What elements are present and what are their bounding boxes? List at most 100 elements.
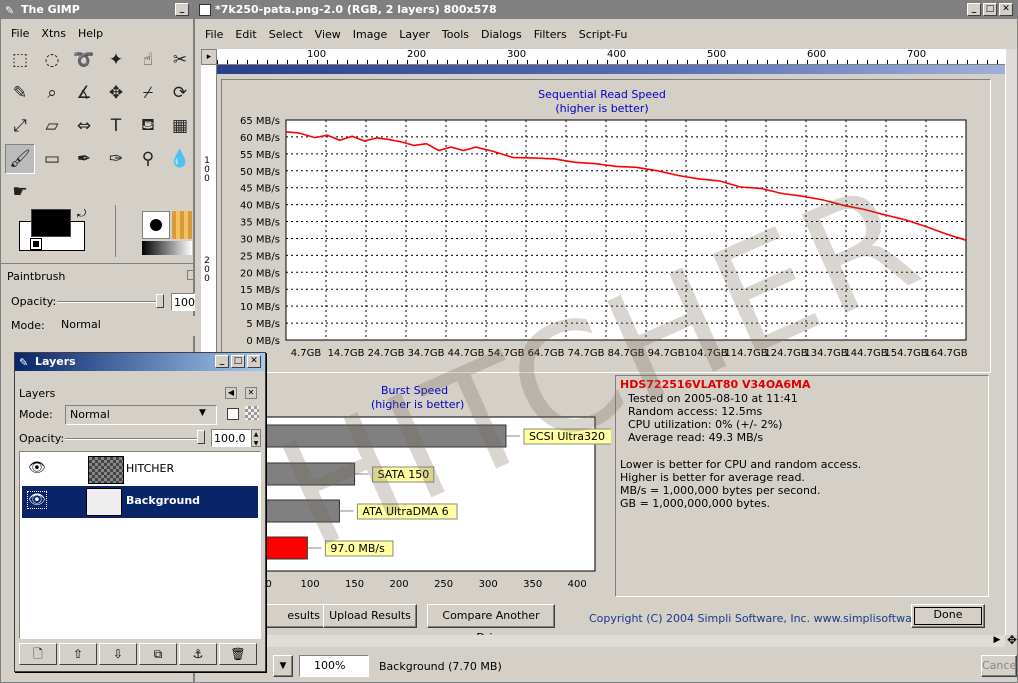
color-select-icon[interactable]: ☝ (133, 45, 163, 75)
opacity-spin-icon[interactable]: ▲ ▼ (251, 429, 261, 447)
rect-select-icon[interactable]: ⬚ (5, 45, 35, 75)
navigate-icon[interactable]: ✥ (1005, 633, 1018, 647)
new-layer-icon[interactable]: 🗋 (19, 643, 57, 665)
rotate-icon[interactable]: ⟳ (165, 78, 195, 108)
image-menu-script-fu[interactable]: Script-Fu (573, 28, 634, 41)
seq-x-label: 24.7GB (368, 348, 405, 359)
maximize-button[interactable]: □ (983, 3, 997, 16)
layers-minimize-button[interactable]: _ (215, 355, 229, 368)
image-menu-edit[interactable]: Edit (229, 28, 262, 41)
layers-tab-close-icon[interactable]: ✕ (245, 387, 257, 399)
ellipse-select-icon[interactable]: ◌ (37, 45, 67, 75)
close-button[interactable]: ✕ (999, 3, 1013, 16)
bucket-fill-icon[interactable]: ⛾ (133, 111, 163, 141)
image-window-title: *7k250-pata.png-2.0 (RGB, 2 layers) 800x… (215, 3, 497, 16)
lower-layer-icon[interactable]: ⇩ (99, 643, 137, 665)
paintbrush-icon[interactable]: 🖌 (5, 144, 35, 174)
default-colors-icon[interactable] (30, 238, 42, 250)
zoom-field[interactable]: 100% (299, 655, 369, 677)
toolbox-menu-file[interactable]: File (5, 27, 35, 40)
layers-close-button[interactable]: ✕ (247, 355, 261, 368)
raise-layer-icon[interactable]: ⇧ (59, 643, 97, 665)
image-canvas[interactable]: Sequential Read Speed (higher is better)… (217, 65, 1005, 635)
zoom-dropdown-arrow-icon[interactable]: ▼ (273, 655, 293, 677)
ruler-corner[interactable]: ▸ (201, 49, 217, 65)
ruler-tick (337, 60, 338, 64)
clone-icon[interactable]: ⚲ (133, 144, 163, 174)
image-menu-tools[interactable]: Tools (436, 28, 475, 41)
ruler-tick (777, 60, 778, 64)
fuzzy-select-icon[interactable]: ✦ (101, 45, 131, 75)
scale-icon[interactable]: ⤢ (5, 111, 35, 141)
layer-visibility-eye-icon[interactable]: 👁 (27, 491, 47, 509)
layers-menu-arrow-icon[interactable]: ◀ (225, 387, 237, 399)
tool-options-close-icon[interactable] (187, 270, 195, 280)
ruler-tick (227, 60, 228, 64)
upload-results-label: Upload Results (329, 609, 411, 622)
ink-icon[interactable]: ✑ (101, 144, 131, 174)
horizontal-ruler[interactable]: 100 200 300 400 500 600 700 (217, 49, 1005, 65)
tb-opacity-slider[interactable] (57, 301, 163, 303)
layer-visibility-eye-icon[interactable]: 👁 (28, 460, 46, 476)
layer-row[interactable]: 👁 Background (22, 486, 258, 518)
layer-row[interactable]: 👁 HITCHER (22, 454, 258, 486)
shear-icon[interactable]: ▱ (37, 111, 67, 141)
horizontal-scrollbar[interactable] (217, 635, 1005, 647)
measure-icon[interactable]: ∡ (69, 78, 99, 108)
layers-opacity-field[interactable]: 100.0 (211, 429, 251, 447)
anchor-layer-icon[interactable]: ⚓ (179, 643, 217, 665)
mode-dropdown-arrow-icon[interactable]: ▼ (199, 408, 206, 418)
layers-maximize-button[interactable]: □ (231, 355, 245, 368)
image-menu-view[interactable]: View (309, 28, 347, 41)
keep-transparency-checkbox[interactable] (227, 408, 239, 420)
swap-colors-icon[interactable]: ⤾ (77, 207, 86, 221)
ruler-tick (327, 60, 328, 64)
blur-icon[interactable]: 💧 (165, 144, 195, 174)
pattern-preview[interactable] (172, 211, 192, 239)
blend-icon[interactable]: ▦ (165, 111, 195, 141)
layers-opacity-slider[interactable] (65, 438, 201, 440)
seq-y-label: 35 MB/s (240, 218, 280, 229)
eraser-icon[interactable]: ▭ (37, 144, 67, 174)
scissors-icon[interactable]: ✂ (165, 45, 195, 75)
flip-icon[interactable]: ⇔ (69, 111, 99, 141)
brush-preview[interactable] (142, 211, 170, 239)
image-window-titlebar[interactable]: *7k250-pata.png-2.0 (RGB, 2 layers) 800x… (195, 1, 1017, 19)
tb-opacity-label: Opacity: (11, 295, 57, 308)
zoom-icon[interactable]: ⌕ (37, 78, 67, 108)
delete-layer-icon[interactable]: 🗑 (219, 643, 257, 665)
text-icon[interactable]: T (101, 111, 131, 141)
toolbox-minimize-button[interactable]: _ (175, 3, 189, 16)
toolbox-menu-help[interactable]: Help (72, 27, 109, 40)
duplicate-layer-icon[interactable]: ⧉ (139, 643, 177, 665)
cancel-button[interactable]: Cancel (981, 655, 1018, 677)
image-menu-file[interactable]: File (199, 28, 229, 41)
tb-mode-select[interactable]: Normal (57, 316, 195, 336)
move-icon[interactable]: ✥ (101, 78, 131, 108)
foreground-color-swatch[interactable] (31, 209, 71, 237)
done-button[interactable]: Done (911, 604, 985, 628)
airbrush-icon[interactable]: ✒ (69, 144, 99, 174)
gradient-preview[interactable] (142, 241, 192, 255)
image-menu-filters[interactable]: Filters (528, 28, 573, 41)
toolbox-titlebar[interactable]: The GIMP (1, 1, 193, 19)
compare-drive-button[interactable]: Compare Another Drive (427, 604, 555, 635)
smudge-icon[interactable]: ☛ (5, 177, 35, 207)
tb-opacity-knob[interactable] (156, 294, 164, 308)
layers-opacity-knob[interactable] (197, 430, 205, 444)
image-menu-select[interactable]: Select (263, 28, 309, 41)
image-menu-layer[interactable]: Layer (393, 28, 436, 41)
layers-mode-select[interactable]: Normal (65, 405, 217, 425)
upload-results-button[interactable]: Upload Results (323, 604, 417, 628)
toolbox-menu-xtns[interactable]: Xtns (35, 27, 72, 40)
tb-opacity-field[interactable]: 100 (171, 293, 195, 311)
free-select-icon[interactable]: ➰ (69, 45, 99, 75)
image-menu-image[interactable]: Image (347, 28, 393, 41)
paths-icon[interactable]: ✎ (5, 78, 35, 108)
ruler-tick (667, 60, 668, 64)
minimize-button[interactable]: _ (967, 3, 981, 16)
crop-icon[interactable]: ⌿ (133, 78, 163, 108)
vertical-scrollbar[interactable] (1005, 49, 1017, 635)
scroll-right-arrow-icon[interactable]: ▶ (991, 635, 1003, 647)
image-menu-dialogs[interactable]: Dialogs (475, 28, 528, 41)
